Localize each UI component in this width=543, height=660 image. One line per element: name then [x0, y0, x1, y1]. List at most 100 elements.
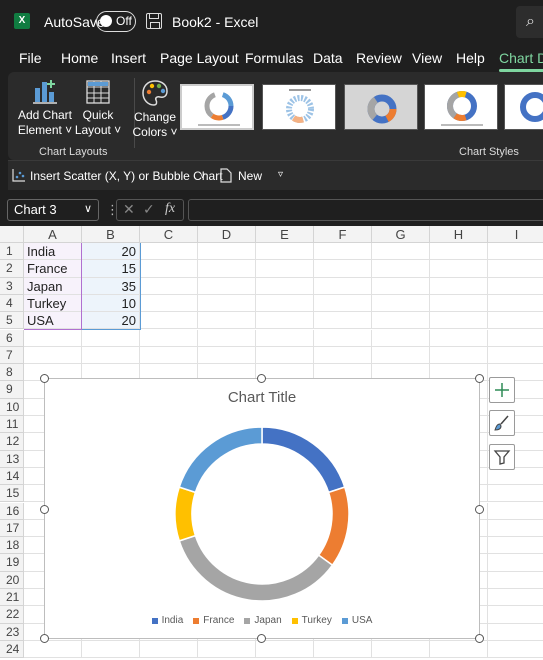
row-header-4[interactable]: 4 — [0, 294, 24, 313]
chart-style-4[interactable] — [424, 84, 498, 130]
cell-e7[interactable] — [256, 346, 314, 365]
cell-e2[interactable] — [256, 260, 314, 278]
cell-a3[interactable]: Japan — [24, 277, 82, 295]
name-box[interactable]: Chart 3 ∨ — [7, 199, 99, 221]
doughnut-chart[interactable]: Chart Title India France Japan Turkey USA — [44, 378, 480, 639]
cell-c5[interactable] — [140, 312, 198, 330]
column-header-g[interactable]: G — [372, 226, 430, 243]
column-header-e[interactable]: E — [256, 226, 314, 243]
chart-style-5[interactable] — [504, 84, 543, 130]
cell-d24[interactable] — [198, 640, 256, 659]
column-header-a[interactable]: A — [24, 226, 82, 243]
row-header-14[interactable]: 14 — [0, 467, 24, 486]
row-header-15[interactable]: 15 — [0, 485, 24, 503]
doughnut-slice-france[interactable] — [317, 486, 350, 567]
tab-home[interactable]: Home — [61, 50, 98, 66]
row-header-11[interactable]: 11 — [0, 416, 24, 434]
cell-e24[interactable] — [256, 640, 314, 659]
cell-i20[interactable] — [488, 572, 543, 589]
row-header-19[interactable]: 19 — [0, 554, 24, 572]
column-header-c[interactable]: C — [140, 226, 198, 243]
cell-h6[interactable] — [430, 329, 488, 347]
autosave-toggle[interactable]: Off — [96, 11, 136, 32]
cell-d7[interactable] — [198, 346, 256, 365]
column-header-h[interactable]: H — [430, 226, 488, 243]
cell-b4[interactable]: 10 — [82, 294, 140, 313]
cell-g3[interactable] — [372, 277, 430, 295]
cell-a6[interactable] — [24, 329, 82, 347]
cell-b2[interactable]: 15 — [82, 260, 140, 278]
row-header-17[interactable]: 17 — [0, 519, 24, 538]
cell-e5[interactable] — [256, 312, 314, 330]
cell-b5[interactable]: 20 — [82, 312, 140, 330]
cell-f6[interactable] — [314, 329, 372, 347]
cell-a2[interactable]: France — [24, 260, 82, 278]
cell-c6[interactable] — [140, 329, 198, 347]
cell-g7[interactable] — [372, 346, 430, 365]
cell-f1[interactable] — [314, 243, 372, 261]
add-chart-element-button[interactable]: Add Chart Element ˅ — [14, 78, 76, 138]
cell-c4[interactable] — [140, 294, 198, 313]
resize-handle-bottom-right[interactable] — [475, 634, 484, 643]
cell-b3[interactable]: 35 — [82, 277, 140, 295]
tab-chart-design[interactable]: Chart De — [499, 50, 543, 72]
legend-item-turkey[interactable]: Turkey — [291, 615, 332, 626]
row-header-9[interactable]: 9 — [0, 381, 24, 399]
cell-f7[interactable] — [314, 346, 372, 365]
chevron-down-icon[interactable]: ˅ — [200, 171, 205, 181]
cell-h1[interactable] — [430, 243, 488, 261]
cell-b24[interactable] — [82, 640, 140, 659]
row-header-5[interactable]: 5 — [0, 312, 24, 330]
cell-i7[interactable] — [488, 347, 543, 365]
change-colors-button[interactable]: Change Colors ˅ — [132, 78, 178, 140]
cell-d3[interactable] — [198, 277, 256, 295]
doughnut-slice-india[interactable] — [261, 426, 346, 494]
doughnut-slice-usa[interactable] — [178, 426, 263, 494]
row-header-7[interactable]: 7 — [0, 346, 24, 365]
cell-e6[interactable] — [256, 329, 314, 347]
cell-i1[interactable] — [488, 243, 543, 261]
cell-e4[interactable] — [256, 294, 314, 313]
cell-i21[interactable] — [488, 589, 543, 607]
cell-i18[interactable] — [488, 537, 543, 555]
cell-i5[interactable] — [488, 312, 543, 330]
doughnut-slice-turkey[interactable] — [174, 486, 197, 542]
insert-function-icon[interactable]: fx — [165, 201, 175, 217]
row-header-1[interactable]: 1 — [0, 243, 24, 261]
chart-filters-button[interactable] — [489, 444, 515, 470]
cell-b1[interactable]: 20 — [82, 243, 140, 261]
legend-item-france[interactable]: France — [193, 615, 234, 626]
quick-layout-button[interactable]: Quick Layout ˅ — [74, 78, 122, 138]
cell-i3[interactable] — [488, 278, 543, 295]
column-header-f[interactable]: F — [314, 226, 372, 243]
cell-e1[interactable] — [256, 243, 314, 261]
cell-d1[interactable] — [198, 243, 256, 261]
cell-f2[interactable] — [314, 260, 372, 278]
row-header-8[interactable]: 8 — [0, 364, 24, 382]
tab-help[interactable]: Help — [456, 50, 485, 66]
row-header-12[interactable]: 12 — [0, 433, 24, 451]
cell-i22[interactable] — [488, 606, 543, 624]
cell-f5[interactable] — [314, 312, 372, 330]
more-options-icon[interactable]: ▿ — [278, 169, 283, 180]
cell-f4[interactable] — [314, 294, 372, 313]
cell-g24[interactable] — [372, 640, 430, 659]
chart-style-1[interactable] — [180, 84, 254, 130]
legend-item-japan[interactable]: Japan — [244, 615, 282, 626]
cell-i6[interactable] — [488, 330, 543, 347]
cell-h5[interactable] — [430, 312, 488, 330]
resize-handle-left[interactable] — [40, 505, 49, 514]
legend-item-usa[interactable]: USA — [341, 615, 372, 626]
row-header-24[interactable]: 24 — [0, 640, 24, 659]
cell-b6[interactable] — [82, 329, 140, 347]
cell-h3[interactable] — [430, 277, 488, 295]
cell-a1[interactable]: India — [24, 243, 82, 261]
tab-file[interactable]: File — [19, 50, 42, 66]
row-header-16[interactable]: 16 — [0, 502, 24, 520]
column-header-b[interactable]: B — [82, 226, 140, 243]
select-all-corner[interactable] — [0, 226, 24, 243]
cell-i24[interactable] — [488, 641, 543, 659]
cell-i23[interactable] — [488, 624, 543, 641]
cell-g6[interactable] — [372, 329, 430, 347]
cell-b7[interactable] — [82, 346, 140, 365]
